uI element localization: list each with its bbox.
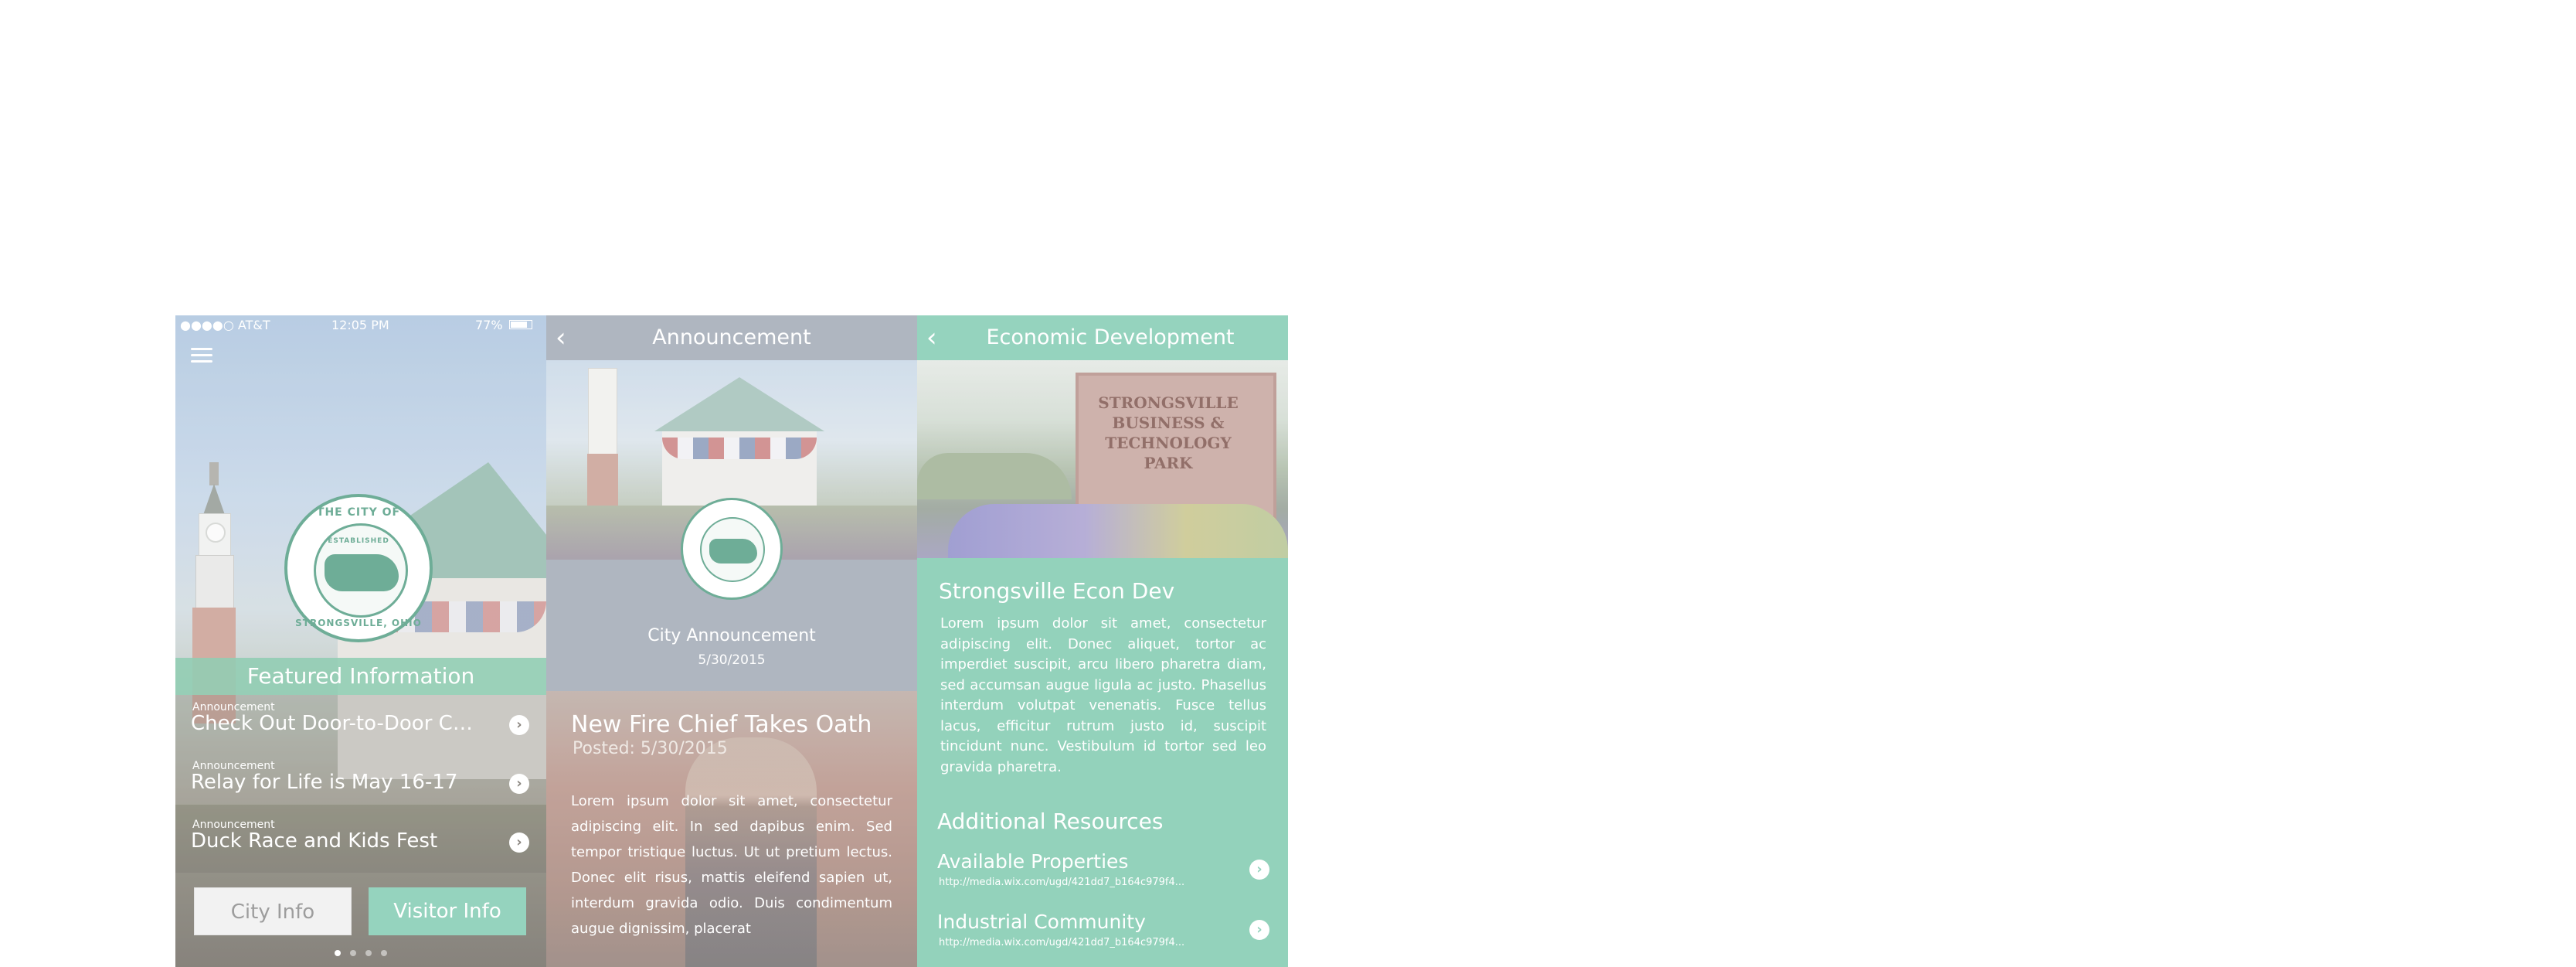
chevron-right-icon[interactable]: › bbox=[1249, 860, 1269, 880]
story-body: Lorem ipsum dolor sit amet, consectetur … bbox=[571, 793, 892, 937]
announcement-screen: ‹ Announcement City Announcement 5/30/20… bbox=[546, 315, 917, 967]
section-title: Strongsville Econ Dev bbox=[939, 578, 1175, 604]
chevron-right-icon[interactable]: › bbox=[509, 833, 529, 853]
featured-item-relay-for-life[interactable]: Announcement Relay for Life is May 16-17… bbox=[175, 754, 546, 809]
visitor-info-button[interactable]: Visitor Info bbox=[369, 887, 526, 935]
hamburger-menu-icon[interactable] bbox=[191, 348, 212, 365]
resource-industrial-community[interactable]: Industrial Community http://media.wix.co… bbox=[917, 911, 1288, 966]
seal-top-text: THE CITY OF bbox=[316, 506, 401, 519]
story-card: New Fire Chief Takes Oath Posted: 5/30/2… bbox=[546, 691, 917, 967]
econ-dev-content: Strongsville Econ Dev Lorem ipsum dolor … bbox=[917, 558, 1288, 967]
usa-map-icon bbox=[709, 539, 757, 564]
page-dot[interactable] bbox=[365, 950, 372, 956]
clock-tower-image bbox=[587, 368, 618, 524]
city-info-button[interactable]: City Info bbox=[194, 887, 352, 935]
resource-url[interactable]: http://media.wix.com/ugd/421dd7_b164c979… bbox=[939, 877, 1184, 888]
trees-image bbox=[917, 453, 1072, 499]
page-indicator[interactable] bbox=[175, 945, 546, 959]
featured-list: Announcement Check Out Door-to-Door Con.… bbox=[175, 695, 546, 873]
item-title: Duck Race and Kids Fest bbox=[191, 829, 438, 853]
chevron-right-icon[interactable]: › bbox=[509, 774, 529, 794]
resource-name: Industrial Community bbox=[937, 911, 1146, 933]
announcement-header: ‹ Announcement bbox=[546, 315, 917, 360]
city-seal-logo bbox=[681, 498, 783, 600]
featured-information-header: Featured Information bbox=[175, 658, 546, 695]
battery-percent: 77% bbox=[475, 318, 503, 332]
status-bar: ●●●●○ AT&T 12:05 PM 77% bbox=[175, 315, 546, 335]
seal-middle-text: ESTABLISHED bbox=[328, 537, 389, 545]
page-dot[interactable] bbox=[350, 950, 356, 956]
business-park-sign-text: STRONGSVILLE BUSINESS & TECHNOLOGY PARK bbox=[1098, 393, 1239, 472]
resource-name: Available Properties bbox=[937, 850, 1129, 873]
resource-url[interactable]: http://media.wix.com/ugd/421dd7_b164c979… bbox=[939, 937, 1184, 948]
economic-development-screen: ‹ Economic Development STRONGSVILLE BUSI… bbox=[917, 315, 1288, 967]
gazebo-roof-image bbox=[654, 377, 824, 431]
item-title: Check Out Door-to-Door Con... bbox=[191, 712, 484, 735]
announcement-date: 5/30/2015 bbox=[698, 652, 766, 668]
announcement-type: City Announcement bbox=[647, 626, 816, 645]
page-dot-active[interactable] bbox=[335, 950, 341, 956]
resource-available-properties[interactable]: Available Properties http://media.wix.co… bbox=[917, 850, 1288, 906]
featured-item-door-to-door[interactable]: Announcement Check Out Door-to-Door Con.… bbox=[175, 695, 546, 751]
econ-dev-header: ‹ Economic Development bbox=[917, 315, 1288, 360]
featured-item-duck-race[interactable]: Announcement Duck Race and Kids Fest › bbox=[175, 812, 546, 868]
city-seal-logo: THE CITY OF ESTABLISHED STRONGSVILLE, OH… bbox=[284, 494, 433, 642]
section-body: Lorem ipsum dolor sit amet, consectetur … bbox=[940, 615, 1266, 775]
page-dot[interactable] bbox=[381, 950, 387, 956]
battery-icon bbox=[509, 320, 532, 329]
additional-resources-title: Additional Resources bbox=[937, 809, 1164, 834]
home-screen: ●●●●○ AT&T 12:05 PM 77% THE CITY OF ESTA… bbox=[175, 315, 546, 967]
story-posted-date: Posted: 5/30/2015 bbox=[573, 739, 728, 758]
chevron-right-icon[interactable]: › bbox=[1249, 920, 1269, 940]
carrier-label: ●●●●○ AT&T bbox=[180, 318, 270, 332]
flowerbed-image bbox=[948, 504, 1288, 558]
seal-bottom-text: STRONGSVILLE, OHIO bbox=[295, 618, 422, 628]
header-title: Announcement bbox=[652, 325, 811, 349]
item-title: Relay for Life is May 16-17 bbox=[191, 771, 458, 794]
clock-label: 12:05 PM bbox=[331, 318, 389, 332]
usa-map-icon bbox=[325, 554, 399, 591]
chevron-right-icon[interactable]: › bbox=[509, 715, 529, 735]
bunting-decoration bbox=[662, 438, 817, 459]
business-park-hero-image: STRONGSVILLE BUSINESS & TECHNOLOGY PARK bbox=[917, 360, 1288, 558]
story-title: New Fire Chief Takes Oath bbox=[571, 711, 872, 738]
header-title: Economic Development bbox=[986, 325, 1235, 349]
